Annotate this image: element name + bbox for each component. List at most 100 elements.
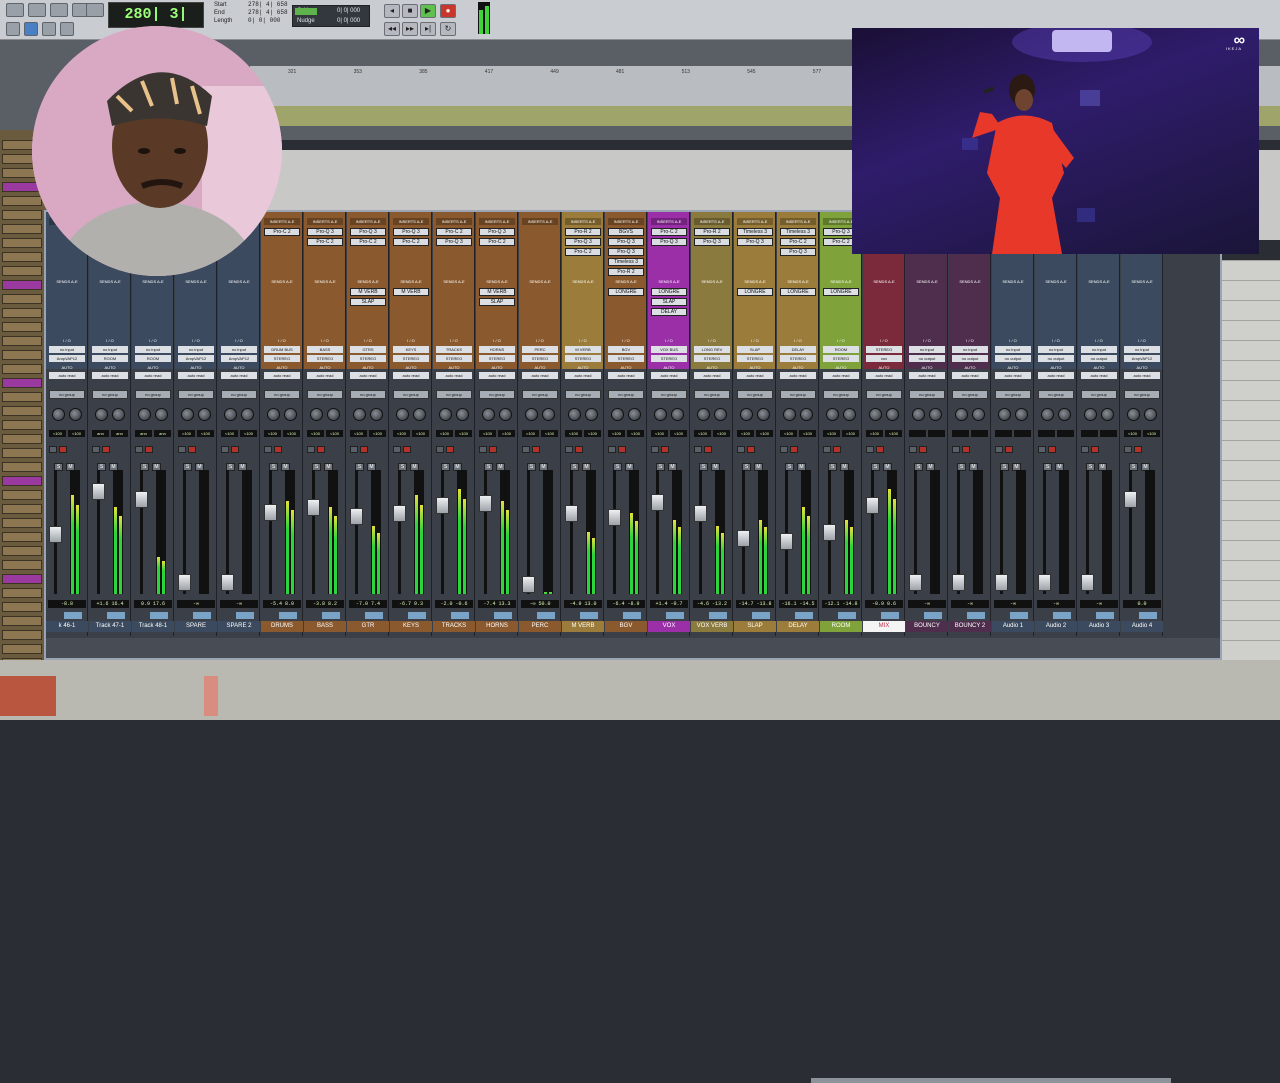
dyn-button[interactable] xyxy=(494,612,512,619)
volume-fader[interactable] xyxy=(952,573,965,591)
dyn-button[interactable] xyxy=(666,612,684,619)
track-header-row[interactable] xyxy=(2,476,42,486)
output-selector[interactable]: AmpVAP12 xyxy=(49,355,85,362)
dyn-button[interactable] xyxy=(279,612,297,619)
group-selector[interactable]: no group xyxy=(135,390,171,399)
dyn-button[interactable] xyxy=(1139,612,1157,619)
pan-knob[interactable] xyxy=(396,408,409,421)
mixer-channel-strip[interactable]: INSERTS A-E SENDS A-E I / O PERC STEREO AUTO a… xyxy=(519,212,561,636)
volume-value[interactable]: -12.1 -14.8 xyxy=(822,600,860,608)
mixer-channel-strip[interactable]: INSERTS A-ESENDS A-EI / Ono inputAmpVAP1… xyxy=(218,212,260,636)
input-monitor-button[interactable] xyxy=(307,446,315,453)
pan-knob[interactable] xyxy=(499,408,512,421)
send-slot[interactable]: SLAP xyxy=(350,298,386,306)
automation-mode-selector[interactable]: auto read xyxy=(780,372,816,379)
input-selector[interactable]: STEREO xyxy=(866,346,902,353)
record-arm-button[interactable] xyxy=(747,446,755,453)
group-selector[interactable]: no group xyxy=(694,390,730,399)
pan-knob[interactable] xyxy=(1127,408,1140,421)
track-name[interactable]: M VERB xyxy=(562,621,604,632)
input-selector[interactable]: no input xyxy=(221,346,257,353)
record-arm-button[interactable] xyxy=(403,446,411,453)
volume-value[interactable]: -5.4 8.0 xyxy=(263,600,301,608)
group-selector[interactable]: no group xyxy=(952,390,988,399)
input-selector[interactable]: TRACKS xyxy=(436,346,472,353)
input-monitor-button[interactable] xyxy=(264,446,272,453)
trim-tool-icon[interactable] xyxy=(28,3,46,17)
track-name[interactable]: HORNS xyxy=(476,621,518,632)
volume-fader[interactable] xyxy=(608,509,621,527)
input-monitor-button[interactable] xyxy=(909,446,917,453)
pan-knob[interactable] xyxy=(181,408,194,421)
record-arm-button[interactable] xyxy=(661,446,669,453)
automation-mode-selector[interactable]: auto read xyxy=(995,372,1031,379)
mixer-channel-strip[interactable]: INSERTS A-ESENDS A-EI / Ono inputno outp… xyxy=(906,212,948,636)
start-value[interactable]: 278| 4| 658 xyxy=(248,1,288,9)
track-name[interactable]: SPARE xyxy=(175,621,217,632)
track-name[interactable]: DELAY xyxy=(777,621,819,632)
insert-slot[interactable]: BGVS xyxy=(608,228,644,236)
output-selector[interactable]: STEREO xyxy=(823,355,859,362)
automation-mode-selector[interactable]: auto read xyxy=(522,372,558,379)
input-monitor-button[interactable] xyxy=(522,446,530,453)
group-selector[interactable]: no group xyxy=(1124,390,1160,399)
pan-knob[interactable] xyxy=(370,408,383,421)
output-selector[interactable]: STEREO xyxy=(694,355,730,362)
dyn-button[interactable] xyxy=(1010,612,1028,619)
volume-value[interactable]: -∞ xyxy=(220,600,258,608)
pan-knob[interactable] xyxy=(52,408,65,421)
group-selector[interactable]: no group xyxy=(909,390,945,399)
volume-value[interactable]: -∞ xyxy=(1080,600,1118,608)
mixer-channel-strip[interactable]: INSERTS A-E Pro-Q 3 Pro-C 2 SENDS A-E I / O B… xyxy=(304,212,346,636)
input-monitor-button[interactable] xyxy=(651,446,659,453)
group-selector[interactable]: no group xyxy=(264,390,300,399)
volume-value[interactable]: -7.0 7.4 xyxy=(349,600,387,608)
mixer-channel-strip[interactable]: INSERTS A-ESENDS A-EI / Ono inputno outp… xyxy=(949,212,991,636)
input-monitor-button[interactable] xyxy=(995,446,1003,453)
insert-slot[interactable]: Pro-Q 3 xyxy=(565,238,601,246)
insert-slot[interactable]: Pro-Q 3 xyxy=(737,238,773,246)
dyn-button[interactable] xyxy=(537,612,555,619)
record-arm-button[interactable] xyxy=(59,446,67,453)
pan-knob[interactable] xyxy=(1058,408,1071,421)
volume-fader[interactable] xyxy=(995,573,1008,591)
volume-value[interactable]: -∞ xyxy=(908,600,946,608)
insert-slot[interactable]: Pro-Q 3 xyxy=(479,228,515,236)
volume-value[interactable]: -7.4 13.3 xyxy=(478,600,516,608)
volume-value[interactable]: -∞ xyxy=(951,600,989,608)
record-arm-button[interactable] xyxy=(1091,446,1099,453)
send-slot[interactable]: DELAY xyxy=(651,308,687,316)
input-monitor-button[interactable] xyxy=(694,446,702,453)
pan-knob[interactable] xyxy=(611,408,624,421)
record-arm-button[interactable] xyxy=(317,446,325,453)
output-selector[interactable]: no output xyxy=(995,355,1031,362)
track-name[interactable]: VOX VERB xyxy=(691,621,733,632)
group-selector[interactable]: no group xyxy=(522,390,558,399)
volume-fader[interactable] xyxy=(866,496,879,514)
dyn-button[interactable] xyxy=(752,612,770,619)
group-selector[interactable]: no group xyxy=(178,390,214,399)
dyn-button[interactable] xyxy=(322,612,340,619)
input-monitor-button[interactable] xyxy=(178,446,186,453)
track-name[interactable]: Track 47-1 xyxy=(89,621,131,632)
pan-knob[interactable] xyxy=(95,408,108,421)
output-selector[interactable]: vox xyxy=(866,355,902,362)
send-slot[interactable]: LONGRE xyxy=(737,288,773,296)
input-selector[interactable]: PERC xyxy=(522,346,558,353)
nudge-value[interactable]: 0| 0| 000 xyxy=(333,16,360,26)
track-name[interactable]: TRACKS xyxy=(433,621,475,632)
loop-icon[interactable]: ↻ xyxy=(440,22,456,36)
group-selector[interactable]: no group xyxy=(737,390,773,399)
volume-fader[interactable] xyxy=(479,495,492,513)
group-selector[interactable]: no group xyxy=(92,390,128,399)
record-arm-button[interactable] xyxy=(489,446,497,453)
input-monitor-button[interactable] xyxy=(221,446,229,453)
volume-fader[interactable] xyxy=(393,505,406,523)
dyn-button[interactable] xyxy=(709,612,727,619)
insert-slot[interactable]: Pro-Q 3 xyxy=(436,238,472,246)
insert-slot[interactable]: Pro-Q 3 xyxy=(780,248,816,256)
dyn-button[interactable] xyxy=(365,612,383,619)
output-selector[interactable]: STEREO xyxy=(479,355,515,362)
group-selector[interactable]: no group xyxy=(436,390,472,399)
insert-slot[interactable]: Pro-Q 3 xyxy=(307,228,343,236)
